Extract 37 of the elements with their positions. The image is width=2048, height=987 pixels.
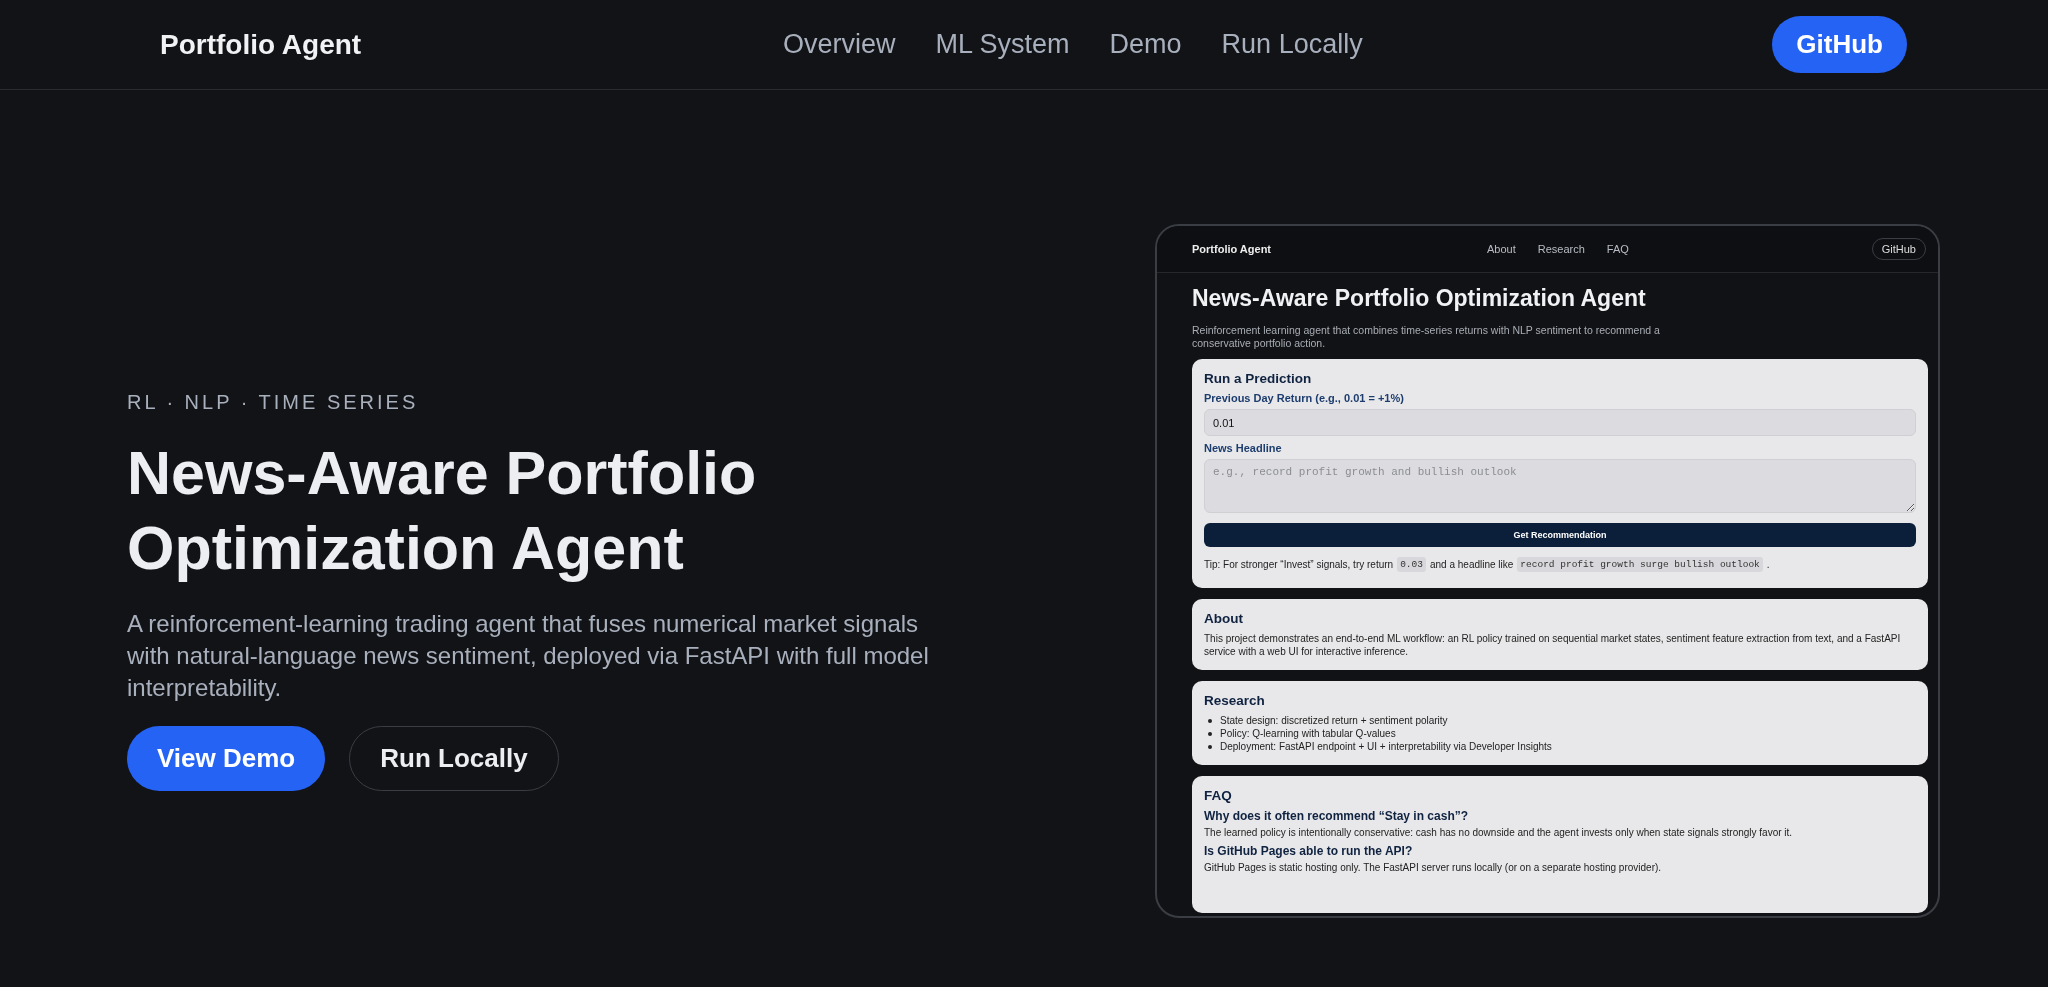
eyebrow-text: RL · NLP · TIME SERIES [127,391,420,414]
hero-title: News-Aware Portfolio Optimization Agent [127,438,758,584]
view-demo-button[interactable]: View Demo [127,726,326,791]
tip-text: and a headline like [1429,559,1514,570]
brand-name[interactable]: Portfolio Agent [160,28,362,61]
faq-question: Why does it often recommend “Stay in cash”? [1204,809,1470,823]
card-heading: FAQ [1204,788,1233,803]
page-title: News-Aware Portfolio Optimization Agent [1192,285,1647,312]
faq-question: Is GitHub Pages able to run the API? [1204,844,1414,858]
page-subtitle: Reinforcement learning agent that combines time-series returns with NLP sentiment to recommend a conservative portfolio action. [1192,324,1661,350]
code-snippet: record profit growth surge bullish outlook [1517,557,1763,572]
tip-text: Tip: For stronger “Invest” signals, try return [1204,559,1394,570]
tip-text: . [1766,559,1770,570]
nav-link[interactable]: Demo [1109,29,1182,60]
list-item: Policy: Q-learning with tabular Q-values [1220,727,1396,740]
headline-input-field[interactable]: e.g., record profit growth and bullish outlook [1204,459,1916,513]
field-label: News Headline [1204,442,1283,454]
nav-link[interactable]: Run Locally [1221,29,1363,60]
list-item: Deployment: FastAPI endpoint + UI + interpretability via Developer Insights [1220,740,1552,753]
github-button[interactable]: GitHub [1772,16,1907,73]
nav-link[interactable]: Overview [783,29,896,60]
nav-link[interactable]: ML System [935,29,1070,60]
return-input-field[interactable]: 0.01 [1204,409,1916,436]
faq-answer: The learned policy is intentionally conservative: cash has no downside and the agent invests only when state signals strongly favor it. [1204,827,1794,838]
bullet-icon [1208,718,1212,723]
card-heading: Run a Prediction [1204,371,1313,386]
list-item: State design: discretized return + sentiment polarity [1220,714,1448,727]
hero-description: A reinforcement-learning trading agent that fuses numerical market signals with natural-language news sentiment, deployed via FastAPI with full model interpretability. [127,609,930,703]
card-text: This project demonstrates an end-to-end ML workflow: an RL policy trained on sequential market states, sentiment feature extraction from text, and a FastAPI service with a web UI for interactive inference. [1204,632,1902,658]
card-heading: Research [1204,693,1266,708]
brand-name: Portfolio Agent [1192,243,1272,255]
field-label: Previous Day Return (e.g., 0.01 = +1%) [1204,392,1405,404]
bullet-icon [1208,731,1212,736]
bullet-icon [1208,744,1212,749]
card-heading: About [1204,611,1244,626]
code-snippet: 0.03 [1397,557,1426,572]
faq-answer: GitHub Pages is static hosting only. The FastAPI server runs locally (or on a separate hosting provider). [1204,862,1663,873]
